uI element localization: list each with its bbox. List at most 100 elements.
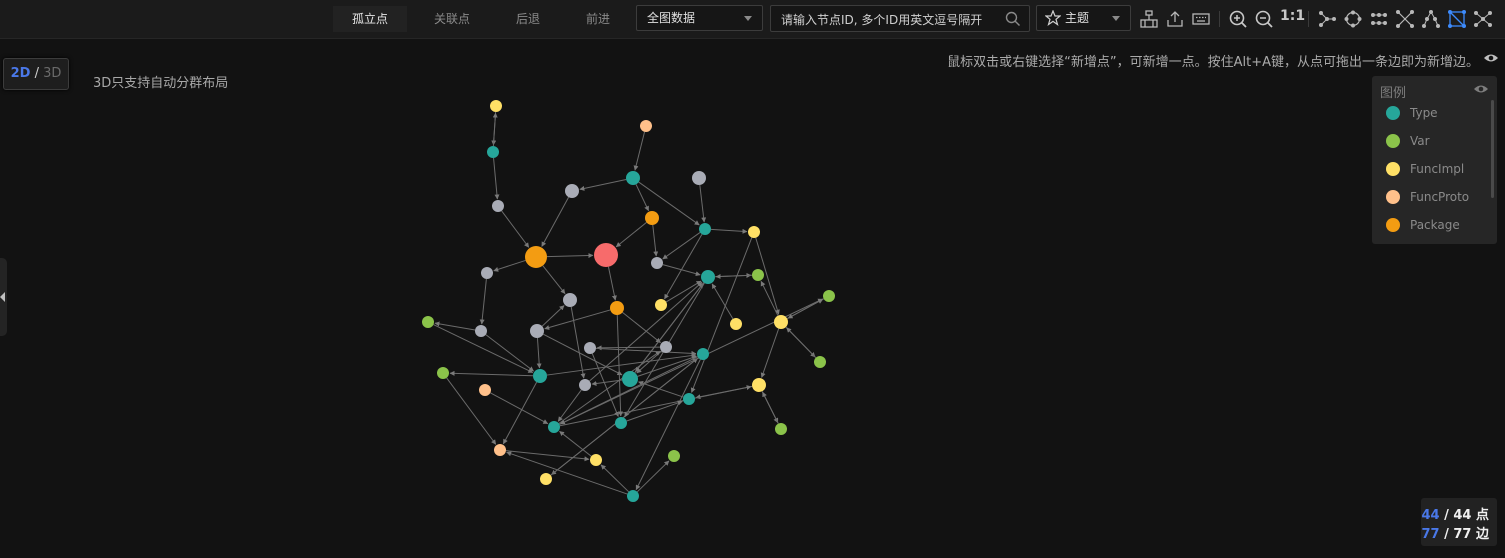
graph-node-unknown[interactable] bbox=[651, 257, 663, 269]
graph-edge[interactable] bbox=[501, 210, 530, 248]
graph-node-funcproto[interactable] bbox=[494, 444, 506, 456]
graph-edge[interactable] bbox=[622, 311, 661, 344]
graph-edge[interactable] bbox=[493, 157, 500, 200]
graph-edge[interactable] bbox=[699, 184, 707, 223]
mode-3d-option[interactable]: 3D bbox=[43, 66, 61, 81]
graph-edge[interactable] bbox=[559, 430, 592, 457]
graph-node-var[interactable] bbox=[422, 316, 434, 328]
graph-node-type[interactable] bbox=[622, 371, 638, 387]
graph-node-package[interactable] bbox=[645, 211, 659, 225]
graph-node-var[interactable] bbox=[752, 269, 764, 281]
graph-edge[interactable] bbox=[579, 178, 627, 191]
graph-edge[interactable] bbox=[595, 347, 697, 356]
graph-node-type[interactable] bbox=[699, 223, 711, 235]
type-color-dot bbox=[1386, 106, 1400, 120]
graph-edge[interactable] bbox=[449, 370, 534, 377]
graph-node-funcimpl[interactable] bbox=[490, 100, 502, 112]
graph-edge[interactable] bbox=[636, 460, 670, 493]
graph-edge[interactable] bbox=[502, 381, 538, 445]
graph-node-type[interactable] bbox=[615, 417, 627, 429]
eye-icon[interactable] bbox=[1483, 52, 1499, 64]
graph-edge[interactable] bbox=[492, 112, 498, 147]
graph-edge[interactable] bbox=[559, 385, 752, 427]
graph-edge[interactable] bbox=[600, 464, 630, 493]
graph-node-package[interactable] bbox=[525, 246, 547, 268]
graph-edge[interactable] bbox=[558, 350, 661, 424]
graph-edge[interactable] bbox=[490, 392, 549, 425]
graph-node-var[interactable] bbox=[775, 423, 787, 435]
legend-label: Var bbox=[1410, 134, 1430, 148]
graph-edge[interactable] bbox=[787, 298, 824, 319]
graph-edge[interactable] bbox=[760, 280, 779, 316]
graph-node-funcimpl[interactable] bbox=[655, 299, 667, 311]
graph-edge[interactable] bbox=[607, 266, 617, 301]
graph-edge[interactable] bbox=[662, 232, 701, 260]
legend-title: 图例 bbox=[1380, 86, 1407, 101]
graph-node-package[interactable] bbox=[610, 301, 624, 315]
graph-node-type[interactable] bbox=[626, 171, 640, 185]
graph-edge[interactable] bbox=[493, 259, 526, 272]
graph-node-unknown[interactable] bbox=[565, 184, 579, 198]
graph-edge[interactable] bbox=[710, 228, 748, 234]
graph-node-funcimpl[interactable] bbox=[730, 318, 742, 330]
graph-edge[interactable] bbox=[541, 305, 565, 327]
graph-edge[interactable] bbox=[434, 321, 476, 331]
graph-node-type[interactable] bbox=[697, 348, 709, 360]
graph-edge[interactable] bbox=[546, 353, 697, 376]
graph-node-var[interactable] bbox=[814, 356, 826, 368]
graph-node-var[interactable] bbox=[437, 367, 449, 379]
graph-edge[interactable] bbox=[615, 221, 647, 248]
graph-edge[interactable] bbox=[541, 196, 570, 247]
graph-node-unknown[interactable] bbox=[481, 267, 493, 279]
graph-node-unknown[interactable] bbox=[563, 293, 577, 307]
graph-edge[interactable] bbox=[589, 281, 703, 382]
mode-2d-option[interactable]: 2D bbox=[11, 66, 31, 81]
graph-edge[interactable] bbox=[638, 380, 684, 398]
graph-node-type[interactable] bbox=[683, 393, 695, 405]
graph-edge[interactable] bbox=[760, 328, 780, 378]
graph-edge[interactable] bbox=[557, 389, 582, 422]
graph-node-root[interactable] bbox=[594, 243, 618, 267]
graph-node-unknown[interactable] bbox=[660, 341, 672, 353]
graph-edge[interactable] bbox=[762, 391, 779, 424]
node-count-total: / 44 点 bbox=[1444, 508, 1489, 523]
graph-node-unknown[interactable] bbox=[492, 200, 504, 212]
graph-edge[interactable] bbox=[542, 265, 566, 295]
graph-node-type[interactable] bbox=[548, 421, 560, 433]
side-panel-toggle[interactable] bbox=[0, 258, 7, 336]
graph-node-unknown[interactable] bbox=[475, 325, 487, 337]
graph-node-funcimpl[interactable] bbox=[748, 226, 760, 238]
graph-edge[interactable] bbox=[652, 224, 659, 257]
legend-scrollbar[interactable] bbox=[1491, 100, 1494, 198]
graph-node-unknown[interactable] bbox=[584, 342, 596, 354]
graph-edge[interactable] bbox=[633, 131, 646, 171]
view-mode-toggle[interactable]: 2D / 3D bbox=[3, 58, 69, 90]
graph-node-type[interactable] bbox=[533, 369, 547, 383]
graph-edge[interactable] bbox=[544, 309, 611, 330]
graph-node-var[interactable] bbox=[668, 450, 680, 462]
graph-edge[interactable] bbox=[536, 337, 542, 369]
graph-node-type[interactable] bbox=[701, 270, 715, 284]
eye-icon[interactable] bbox=[1473, 83, 1489, 95]
graph-node-var[interactable] bbox=[823, 290, 835, 302]
graph-node-funcimpl[interactable] bbox=[540, 473, 552, 485]
graph-node-funcproto[interactable] bbox=[640, 120, 652, 132]
graph-edge[interactable] bbox=[546, 253, 594, 259]
graph-edge[interactable] bbox=[786, 327, 817, 359]
graph-edge[interactable] bbox=[479, 278, 487, 325]
graph-node-unknown[interactable] bbox=[579, 379, 591, 391]
graph-node-funcimpl[interactable] bbox=[590, 454, 602, 466]
graph-node-type[interactable] bbox=[627, 490, 639, 502]
graph-node-unknown[interactable] bbox=[692, 171, 706, 185]
graph-edge[interactable] bbox=[690, 237, 753, 393]
graph-node-funcproto[interactable] bbox=[479, 384, 491, 396]
graph-node-funcimpl[interactable] bbox=[752, 378, 766, 392]
edge-count: 77 / 77 边 bbox=[1421, 523, 1489, 542]
graph-edge[interactable] bbox=[715, 273, 753, 279]
graph-node-type[interactable] bbox=[487, 146, 499, 158]
graph-node-unknown[interactable] bbox=[530, 324, 544, 338]
var-color-dot bbox=[1386, 134, 1400, 148]
graph-edge[interactable] bbox=[626, 400, 683, 422]
graph-node-funcimpl[interactable] bbox=[774, 315, 788, 329]
graph-edge[interactable] bbox=[635, 359, 701, 491]
